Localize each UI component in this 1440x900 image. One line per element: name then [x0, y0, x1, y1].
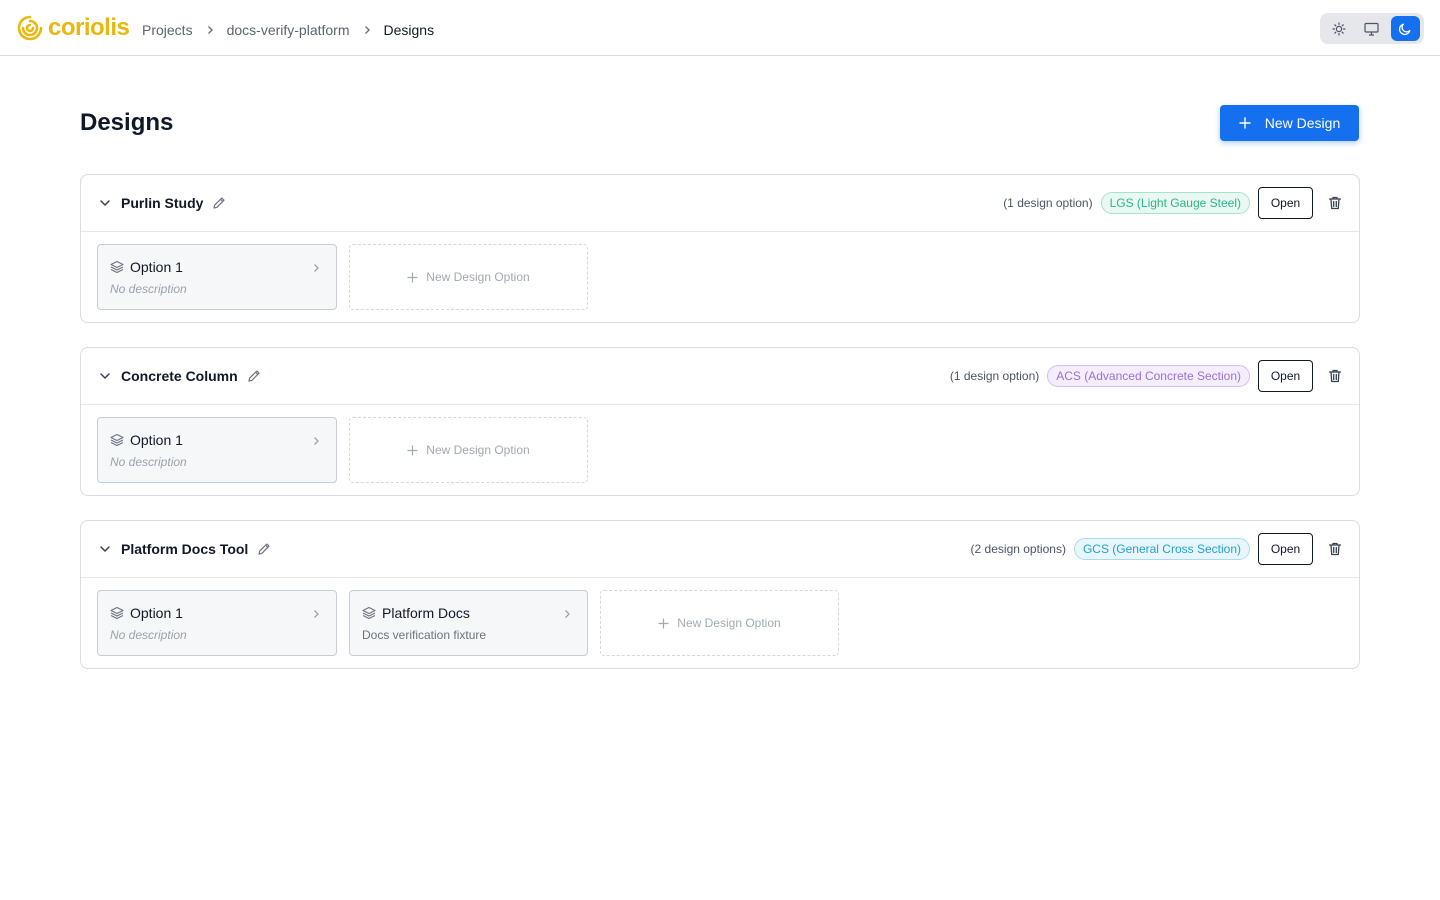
- design-option-card[interactable]: Option 1 No description: [97, 417, 337, 483]
- layers-icon: [362, 606, 376, 620]
- pencil-icon[interactable]: [246, 368, 262, 384]
- trash-icon[interactable]: [1327, 541, 1343, 557]
- design-type-badge: LGS (Light Gauge Steel): [1100, 192, 1250, 214]
- new-design-option-button[interactable]: New Design Option: [600, 590, 839, 656]
- layers-icon: [110, 260, 124, 274]
- logo-text: coriolis: [48, 14, 130, 41]
- sun-icon: [1332, 21, 1346, 36]
- option-count: (1 design option): [949, 369, 1040, 383]
- design-card-header: Platform Docs Tool (2 design options) GC…: [81, 521, 1359, 578]
- option-count: (2 design options): [970, 542, 1066, 556]
- option-count: (1 design option): [1003, 196, 1093, 210]
- coriolis-logo-icon: [17, 15, 43, 41]
- page-title: Designs: [80, 109, 174, 136]
- theme-light-button[interactable]: [1324, 16, 1353, 41]
- logo[interactable]: coriolis: [16, 14, 130, 42]
- open-button[interactable]: Open: [1258, 187, 1313, 219]
- top-bar: coriolis Projects docs-verify-platform D…: [0, 0, 1440, 56]
- chevron-right-icon: [193, 25, 227, 35]
- new-design-option-label: New Design Option: [426, 443, 530, 457]
- chevron-right-icon: [310, 261, 322, 273]
- new-design-button[interactable]: New Design: [1220, 105, 1359, 141]
- design-type-badge: GCS (General Cross Section): [1073, 538, 1250, 560]
- trash-icon[interactable]: [1327, 195, 1343, 211]
- trash-icon[interactable]: [1327, 368, 1343, 384]
- design-card: Platform Docs Tool (2 design options) GC…: [80, 520, 1360, 669]
- pencil-icon[interactable]: [211, 195, 227, 211]
- plus-icon: [407, 444, 418, 456]
- new-design-option-label: New Design Option: [426, 270, 530, 284]
- new-design-label: New Design: [1264, 115, 1341, 131]
- chevron-right-icon: [350, 25, 384, 35]
- chevron-right-icon: [310, 607, 322, 619]
- new-design-option-button[interactable]: New Design Option: [349, 244, 588, 310]
- moon-icon: [1399, 23, 1411, 35]
- open-button[interactable]: Open: [1258, 533, 1313, 565]
- option-name: Option 1: [130, 432, 183, 448]
- plus-icon: [407, 271, 418, 283]
- design-option-card[interactable]: Platform Docs Docs verification fixture: [349, 590, 588, 656]
- plus-icon: [658, 617, 669, 629]
- design-card-actions: (1 design option) ACS (Advanced Concrete…: [950, 360, 1343, 392]
- breadcrumb-project[interactable]: docs-verify-platform: [227, 20, 350, 40]
- open-button[interactable]: Open: [1258, 360, 1313, 392]
- option-description: No description: [110, 628, 187, 642]
- chevron-right-icon: [310, 434, 322, 446]
- new-design-option-button[interactable]: New Design Option: [349, 417, 588, 483]
- chevron-down-icon[interactable]: [98, 196, 112, 210]
- design-options: Option 1 No description Platform Docs Do…: [81, 578, 1359, 668]
- design-name: Platform Docs Tool: [121, 541, 249, 557]
- layers-icon: [110, 606, 124, 620]
- breadcrumb-projects[interactable]: Projects: [142, 20, 193, 40]
- design-options: Option 1 No description New Design Optio…: [81, 232, 1359, 322]
- design-option-card[interactable]: Option 1 No description: [97, 590, 337, 656]
- design-options: Option 1 No description New Design Optio…: [81, 405, 1359, 495]
- option-description: Docs verification fixture: [362, 628, 487, 642]
- design-card-actions: (2 design options) GCS (General Cross Se…: [971, 533, 1343, 565]
- design-card-actions: (1 design option) LGS (Light Gauge Steel…: [1003, 187, 1343, 219]
- option-name: Platform Docs: [382, 605, 470, 621]
- design-card: Concrete Column (1 design option) ACS (A…: [80, 347, 1360, 496]
- design-name: Purlin Study: [121, 195, 204, 211]
- option-name: Option 1: [130, 605, 183, 621]
- layers-icon: [110, 433, 124, 447]
- design-card: Purlin Study (1 design option) LGS (Ligh…: [80, 174, 1360, 323]
- option-description: No description: [110, 282, 187, 296]
- design-name: Concrete Column: [121, 368, 238, 384]
- design-card-header: Concrete Column (1 design option) ACS (A…: [81, 348, 1359, 405]
- new-design-option-label: New Design Option: [677, 616, 781, 630]
- breadcrumb: Projects docs-verify-platform Designs: [142, 20, 434, 40]
- design-option-card[interactable]: Option 1 No description: [97, 244, 337, 310]
- pencil-icon[interactable]: [256, 541, 272, 557]
- theme-dark-button[interactable]: [1390, 16, 1420, 41]
- chevron-down-icon[interactable]: [98, 542, 112, 556]
- monitor-icon: [1364, 22, 1380, 36]
- chevron-down-icon[interactable]: [98, 369, 112, 383]
- theme-system-button[interactable]: [1357, 16, 1386, 41]
- design-card-header: Purlin Study (1 design option) LGS (Ligh…: [81, 175, 1359, 232]
- theme-toggle: [1320, 13, 1424, 44]
- plus-icon: [1239, 117, 1251, 129]
- option-description: No description: [110, 455, 187, 469]
- chevron-right-icon: [561, 607, 573, 619]
- breadcrumb-current: Designs: [383, 22, 435, 38]
- option-name: Option 1: [130, 259, 183, 275]
- design-type-badge: ACS (Advanced Concrete Section): [1047, 365, 1250, 387]
